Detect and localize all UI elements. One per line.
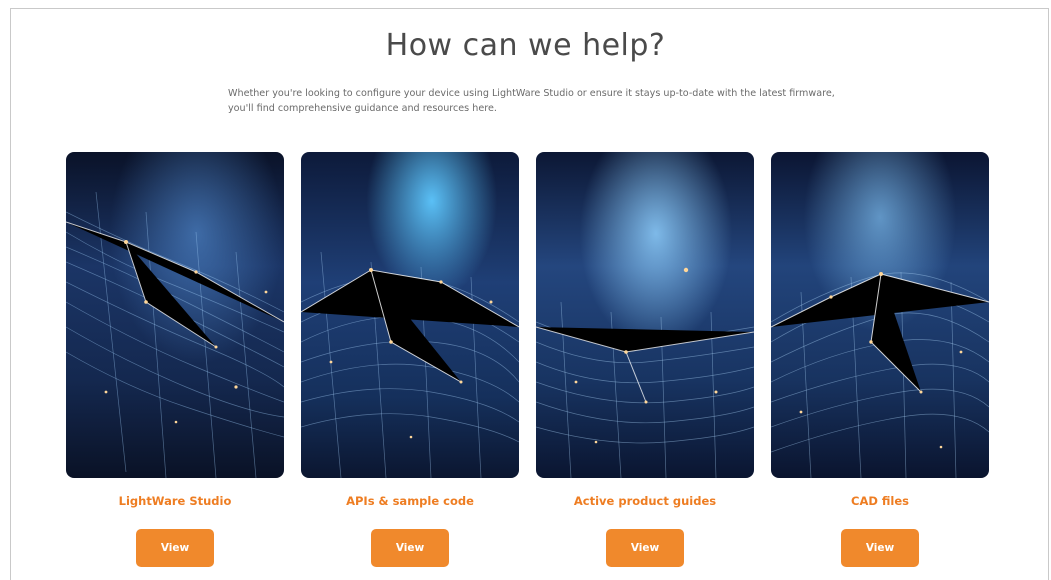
network-mesh-image <box>66 152 284 478</box>
view-button-apis-sample-code[interactable]: View <box>371 529 449 567</box>
card-image-apis-sample-code[interactable] <box>301 152 519 478</box>
card-label-lightware-studio[interactable]: LightWare Studio <box>66 494 284 508</box>
card-image-lightware-studio[interactable] <box>66 152 284 478</box>
network-mesh-image <box>536 152 754 478</box>
card-image-cad-files[interactable] <box>771 152 989 478</box>
card-label-active-product-guides[interactable]: Active product guides <box>536 494 754 508</box>
card-label-apis-sample-code[interactable]: APIs & sample code <box>301 494 519 508</box>
network-mesh-image <box>771 152 989 478</box>
page-title: How can we help? <box>385 28 666 63</box>
card-image-active-product-guides[interactable] <box>536 152 754 478</box>
view-button-active-product-guides[interactable]: View <box>606 529 684 567</box>
network-mesh-image <box>301 152 519 478</box>
card-label-cad-files[interactable]: CAD files <box>771 494 989 508</box>
view-button-lightware-studio[interactable]: View <box>136 529 214 567</box>
page-subtitle: Whether you're looking to configure your… <box>228 88 835 114</box>
view-button-cad-files[interactable]: View <box>841 529 919 567</box>
